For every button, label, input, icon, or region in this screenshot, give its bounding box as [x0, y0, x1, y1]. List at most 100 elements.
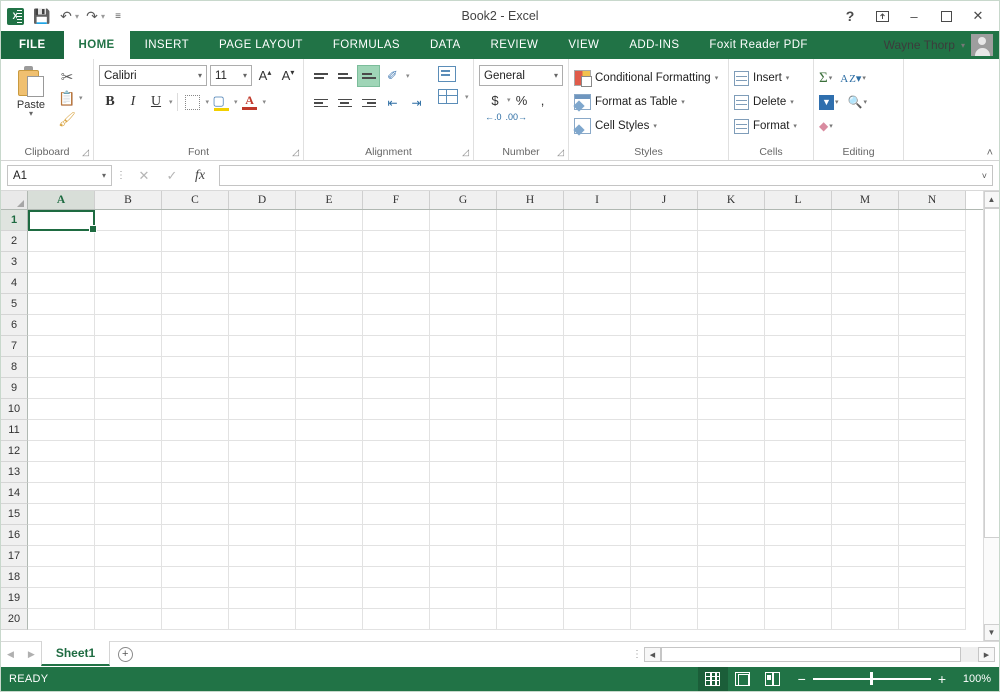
cell-B6[interactable] [95, 315, 162, 336]
cell-M8[interactable] [832, 357, 899, 378]
percent-style-button[interactable]: % [512, 90, 532, 110]
cell-K20[interactable] [698, 609, 765, 630]
cell-H16[interactable] [497, 525, 564, 546]
cell-K12[interactable] [698, 441, 765, 462]
cell-C14[interactable] [162, 483, 229, 504]
cell-B4[interactable] [95, 273, 162, 294]
cell-B3[interactable] [95, 252, 162, 273]
cell-N13[interactable] [899, 462, 966, 483]
increase-decimal-button[interactable]: ←.0 [485, 113, 502, 121]
row-header-13[interactable]: 13 [1, 462, 28, 483]
vertical-scroll-track[interactable] [984, 208, 1000, 624]
cell-D5[interactable] [229, 294, 296, 315]
cell-M1[interactable] [832, 210, 899, 231]
cell-G9[interactable] [430, 378, 497, 399]
cell-E7[interactable] [296, 336, 363, 357]
cell-L6[interactable] [765, 315, 832, 336]
cell-L1[interactable] [765, 210, 832, 231]
row-header-8[interactable]: 8 [1, 357, 28, 378]
tab-review[interactable]: REVIEW [476, 31, 554, 59]
cell-M18[interactable] [832, 567, 899, 588]
find-select-dropdown-icon[interactable]: ▾ [863, 98, 867, 106]
tab-file[interactable]: FILE [1, 31, 64, 59]
cell-E16[interactable] [296, 525, 363, 546]
column-header-J[interactable]: J [631, 191, 698, 209]
font-color-button[interactable]: A [239, 91, 261, 113]
cell-L8[interactable] [765, 357, 832, 378]
minimize-icon[interactable]: – [899, 3, 929, 29]
decrease-font-size-button[interactable]: A▾ [278, 65, 298, 86]
fill-color-dropdown-icon[interactable]: ▾ [234, 98, 238, 106]
font-name-dropdown-icon[interactable]: ▾ [198, 71, 202, 80]
scroll-up-button[interactable]: ▲ [984, 191, 1000, 208]
cell-J3[interactable] [631, 252, 698, 273]
increase-font-size-button[interactable]: A▴ [255, 65, 275, 86]
cell-J7[interactable] [631, 336, 698, 357]
cell-I18[interactable] [564, 567, 631, 588]
cell-E18[interactable] [296, 567, 363, 588]
cell-C11[interactable] [162, 420, 229, 441]
cell-C16[interactable] [162, 525, 229, 546]
row-header-16[interactable]: 16 [1, 525, 28, 546]
wrap-text-button[interactable] [438, 66, 469, 82]
formula-bar-grip[interactable]: ⋮ [116, 170, 125, 181]
cell-I9[interactable] [564, 378, 631, 399]
cell-F19[interactable] [363, 588, 430, 609]
undo-icon[interactable]: ↶ [55, 5, 77, 27]
avatar[interactable] [971, 34, 993, 56]
cell-I19[interactable] [564, 588, 631, 609]
cell-I13[interactable] [564, 462, 631, 483]
cell-J5[interactable] [631, 294, 698, 315]
cell-H18[interactable] [497, 567, 564, 588]
column-header-E[interactable]: E [296, 191, 363, 209]
cell-E12[interactable] [296, 441, 363, 462]
cell-E11[interactable] [296, 420, 363, 441]
row-header-1[interactable]: 1 [1, 210, 28, 231]
cell-G19[interactable] [430, 588, 497, 609]
format-cells-button[interactable]: Format ▾ [734, 114, 801, 138]
cell-N20[interactable] [899, 609, 966, 630]
cell-M15[interactable] [832, 504, 899, 525]
scroll-left-button[interactable]: ◀ [644, 647, 661, 662]
cell-E2[interactable] [296, 231, 363, 252]
cell-M19[interactable] [832, 588, 899, 609]
horizontal-scroll-thumb[interactable] [661, 647, 961, 662]
cell-D14[interactable] [229, 483, 296, 504]
cell-J17[interactable] [631, 546, 698, 567]
cell-G2[interactable] [430, 231, 497, 252]
delete-cells-dropdown-icon[interactable]: ▾ [790, 98, 798, 106]
align-bottom-button[interactable] [357, 65, 380, 87]
cell-J6[interactable] [631, 315, 698, 336]
cell-C19[interactable] [162, 588, 229, 609]
cell-K7[interactable] [698, 336, 765, 357]
tab-insert[interactable]: INSERT [130, 31, 204, 59]
cell-G15[interactable] [430, 504, 497, 525]
expand-formula-bar-icon[interactable]: ˅ [982, 171, 987, 181]
row-header-6[interactable]: 6 [1, 315, 28, 336]
cell-E20[interactable] [296, 609, 363, 630]
tab-formulas[interactable]: FORMULAS [318, 31, 415, 59]
decrease-indent-button[interactable]: ⇤ [381, 92, 404, 114]
tab-view[interactable]: VIEW [553, 31, 614, 59]
cell-E1[interactable] [296, 210, 363, 231]
cell-E14[interactable] [296, 483, 363, 504]
cell-C9[interactable] [162, 378, 229, 399]
cell-N10[interactable] [899, 399, 966, 420]
row-header-5[interactable]: 5 [1, 294, 28, 315]
cell-A12[interactable] [28, 441, 95, 462]
cell-M4[interactable] [832, 273, 899, 294]
cell-E9[interactable] [296, 378, 363, 399]
merge-center-button[interactable]: ▾ [438, 89, 469, 104]
cell-F20[interactable] [363, 609, 430, 630]
tab-data[interactable]: DATA [415, 31, 476, 59]
cell-K2[interactable] [698, 231, 765, 252]
cell-N8[interactable] [899, 357, 966, 378]
row-header-20[interactable]: 20 [1, 609, 28, 630]
cell-N2[interactable] [899, 231, 966, 252]
cell-B20[interactable] [95, 609, 162, 630]
cell-B8[interactable] [95, 357, 162, 378]
row-header-17[interactable]: 17 [1, 546, 28, 567]
align-middle-button[interactable] [333, 65, 356, 87]
cell-J14[interactable] [631, 483, 698, 504]
cell-F12[interactable] [363, 441, 430, 462]
